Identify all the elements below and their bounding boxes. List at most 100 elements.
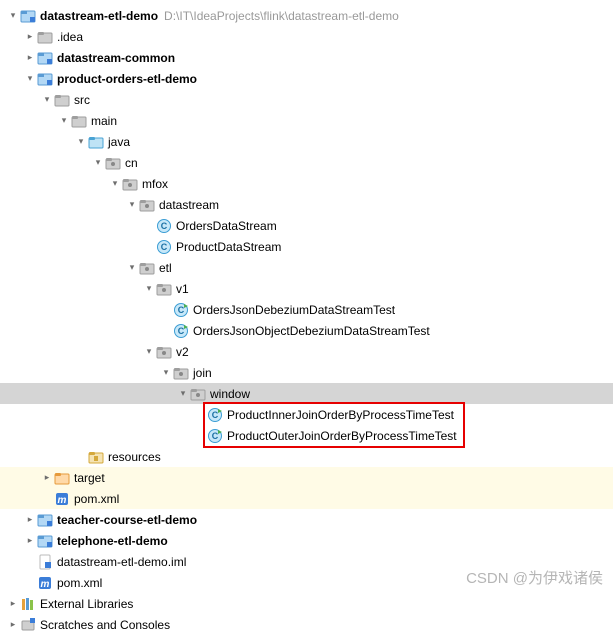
tree-row-window[interactable]: ▾window: [0, 383, 613, 404]
tree-row-datastream-common[interactable]: ▸ datastream-common: [0, 47, 613, 68]
tree-label: ProductInnerJoinOrderByProcessTimeTest: [227, 408, 454, 422]
tree-row-productdatastream[interactable]: ▸CProductDataStream: [0, 236, 613, 257]
svg-text:m: m: [58, 495, 67, 506]
tree-row-teacher-course-etl-demo[interactable]: ▸ teacher-course-etl-demo: [0, 509, 613, 530]
tree-label: target: [74, 471, 105, 485]
package-icon: [122, 176, 138, 192]
chevron-right-icon[interactable]: ▸: [23, 30, 37, 44]
chevron-down-icon[interactable]: ▾: [159, 366, 173, 380]
tree-label: cn: [125, 156, 138, 170]
tree-row-ordersdatastream[interactable]: ▸COrdersDataStream: [0, 215, 613, 236]
tree-label: datastream-common: [57, 51, 175, 65]
iml-icon: [37, 554, 53, 570]
chevron-down-icon[interactable]: ▾: [91, 156, 105, 170]
chevron-down-icon[interactable]: ▾: [23, 72, 37, 86]
res-icon: [88, 449, 104, 465]
tree-row-datastream-etl-demo[interactable]: ▾datastream-etl-demoD:\IT\IdeaProjects\f…: [0, 5, 613, 26]
tree-row-ordersjsondebeziumdatastreamtest[interactable]: ▸COrdersJsonDebeziumDataStreamTest: [0, 299, 613, 320]
tree-row-productouterjoinorderbyprocesstimetest[interactable]: ▸CProductOuterJoinOrderByProcessTimeTest: [0, 425, 613, 446]
scratch-icon: [20, 617, 36, 633]
tree-row-telephone-etl-demo[interactable]: ▸ telephone-etl-demo: [0, 530, 613, 551]
tree-row-resources[interactable]: ▸resources: [0, 446, 613, 467]
folder-icon: [37, 29, 53, 45]
package-icon: [105, 155, 121, 171]
chevron-right-icon[interactable]: ▸: [23, 534, 37, 548]
tree-row-target[interactable]: ▸ target: [0, 467, 613, 488]
tree-row-scratches-and-consoles[interactable]: ▸Scratches and Consoles: [0, 614, 613, 635]
tree-row-productinnerjoinorderbyprocesstimetest[interactable]: ▸CProductInnerJoinOrderByProcessTimeTest: [0, 404, 613, 425]
tree-row-pom-xml[interactable]: ▸mpom.xml: [0, 488, 613, 509]
tree-row-java[interactable]: ▾ java: [0, 131, 613, 152]
package-icon: [139, 260, 155, 276]
tree-label: pom.xml: [57, 576, 102, 590]
maven-icon: m: [54, 491, 70, 507]
chevron-down-icon[interactable]: ▾: [40, 93, 54, 107]
tree-label: telephone-etl-demo: [57, 534, 168, 548]
tree-row--idea[interactable]: ▸.idea: [0, 26, 613, 47]
tree-label: OrdersDataStream: [176, 219, 277, 233]
tree-label: pom.xml: [74, 492, 119, 506]
tree-label: ProductDataStream: [176, 240, 281, 254]
source-icon: [88, 134, 104, 150]
project-tree: ▾datastream-etl-demoD:\IT\IdeaProjects\f…: [0, 0, 613, 640]
tree-row-etl[interactable]: ▾etl: [0, 257, 613, 278]
tree-row-v2[interactable]: ▾ v2: [0, 341, 613, 362]
tree-label: resources: [108, 450, 161, 464]
tree-label: OrdersJsonObjectDebeziumDataStreamTest: [193, 324, 430, 338]
chevron-down-icon[interactable]: ▾: [57, 114, 71, 128]
class-c-icon: C: [156, 239, 172, 255]
tree-row-ordersjsonobjectdebeziumdatastreamtest[interactable]: ▸COrdersJsonObjectDebeziumDataStreamTest: [0, 320, 613, 341]
tree-label: teacher-course-etl-demo: [57, 513, 197, 527]
tree-label: v1: [176, 282, 189, 296]
package-icon: [190, 386, 206, 402]
tree-label: src: [74, 93, 90, 107]
chevron-down-icon[interactable]: ▾: [142, 345, 156, 359]
module-icon: [37, 512, 53, 528]
module-icon: [20, 8, 36, 24]
svg-text:C: C: [178, 305, 185, 315]
chevron-down-icon[interactable]: ▾: [74, 135, 88, 149]
tree-row-src[interactable]: ▾ src: [0, 89, 613, 110]
tree-label: join: [193, 366, 212, 380]
svg-text:C: C: [161, 221, 168, 231]
chevron-down-icon[interactable]: ▾: [176, 387, 190, 401]
chevron-down-icon[interactable]: ▾: [125, 198, 139, 212]
tree-label: java: [108, 135, 130, 149]
tree-row-main[interactable]: ▾main: [0, 110, 613, 131]
svg-text:C: C: [161, 242, 168, 252]
tree-row-product-orders-etl-demo[interactable]: ▾product-orders-etl-demo: [0, 68, 613, 89]
svg-text:C: C: [178, 326, 185, 336]
tree-label: datastream-etl-demo.iml: [57, 555, 186, 569]
chevron-right-icon[interactable]: ▸: [23, 51, 37, 65]
tree-label: ProductOuterJoinOrderByProcessTimeTest: [227, 429, 457, 443]
tree-row-external-libraries[interactable]: ▸External Libraries: [0, 593, 613, 614]
package-icon: [156, 344, 172, 360]
chevron-right-icon[interactable]: ▸: [6, 597, 20, 611]
tree-row-v1[interactable]: ▾ v1: [0, 278, 613, 299]
tree-label: datastream: [159, 198, 219, 212]
folder-icon: [71, 113, 87, 129]
target-icon: [54, 470, 70, 486]
tree-label: mfox: [142, 177, 168, 191]
tree-row-join[interactable]: ▾ join: [0, 362, 613, 383]
chevron-down-icon[interactable]: ▾: [142, 282, 156, 296]
chevron-right-icon[interactable]: ▸: [23, 513, 37, 527]
chevron-down-icon[interactable]: ▾: [125, 261, 139, 275]
tree-row-datastream-etl-demo-iml[interactable]: ▸datastream-etl-demo.iml: [0, 551, 613, 572]
chevron-right-icon[interactable]: ▸: [6, 618, 20, 632]
chevron-down-icon[interactable]: ▾: [108, 177, 122, 191]
chevron-down-icon[interactable]: ▾: [6, 9, 20, 23]
tree-label: v2: [176, 345, 189, 359]
package-icon: [173, 365, 189, 381]
chevron-right-icon[interactable]: ▸: [40, 471, 54, 485]
tree-row-mfox[interactable]: ▾ mfox: [0, 173, 613, 194]
module-icon: [37, 50, 53, 66]
tree-row-pom-xml[interactable]: ▸mpom.xml: [0, 572, 613, 593]
test-c-icon: C: [173, 302, 189, 318]
module-icon: [37, 71, 53, 87]
tree-row-cn[interactable]: ▾ cn: [0, 152, 613, 173]
package-icon: [156, 281, 172, 297]
test-c-icon: C: [173, 323, 189, 339]
svg-text:m: m: [41, 579, 50, 590]
tree-row-datastream[interactable]: ▾ datastream: [0, 194, 613, 215]
